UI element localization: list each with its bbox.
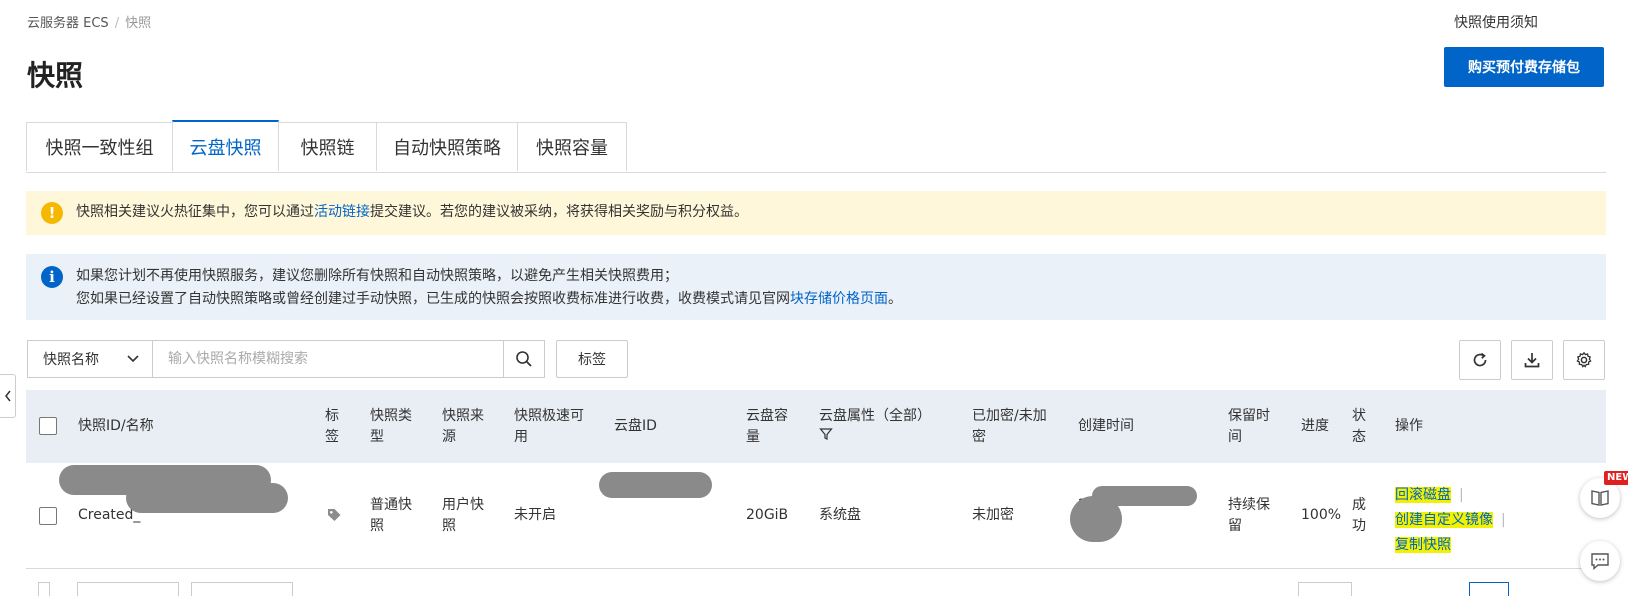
col-disk-id: 云盘ID: [614, 418, 657, 434]
table-row: Created_ 普通快照 用户快照 未开启 20GiB 系统盘 未加密 20 …: [26, 463, 1606, 569]
redacted-snapshot-name: [126, 483, 288, 513]
info-line-2-end: 。: [888, 291, 902, 307]
copy-snapshot-link[interactable]: 复制快照: [1395, 537, 1451, 553]
tab-snapshot-capacity[interactable]: 快照容量: [517, 122, 627, 171]
info-line-1: 如果您计划不再使用快照服务，建议您删除所有快照和自动快照策略，以避免产生相关快照…: [76, 268, 678, 284]
col-retention: 保留时间: [1228, 408, 1270, 445]
progress-value: 100%: [1301, 507, 1342, 523]
col-instant-available: 快照极速可用: [514, 408, 584, 445]
row-checkbox[interactable]: [39, 507, 57, 525]
sidebar-toggle[interactable]: [0, 374, 16, 418]
tab-snapshot-chain[interactable]: 快照链: [278, 122, 377, 171]
status-value: 成功: [1352, 497, 1366, 534]
chat-float-button[interactable]: [1580, 541, 1620, 581]
warning-icon: !: [41, 202, 63, 224]
col-status: 状态: [1352, 408, 1366, 445]
export-button[interactable]: [1511, 340, 1553, 380]
encrypted-value: 未加密: [972, 507, 1014, 523]
warning-text: 快照相关建议火热征集中，您可以通过活动链接提交建议。若您的建议被采纳，将获得相关…: [76, 201, 748, 224]
search-button[interactable]: [503, 340, 545, 378]
chat-icon: [1591, 553, 1609, 571]
page-title: 快照: [27, 59, 84, 92]
create-custom-image-link[interactable]: 创建自定义镜像: [1395, 512, 1493, 528]
disk-capacity-value: 20GiB: [746, 507, 789, 523]
snapshot-type: 普通快照: [370, 497, 412, 534]
col-created-time: 创建时间: [1078, 418, 1134, 434]
breadcrumb: 云服务器 ECS / 快照: [27, 12, 151, 31]
col-encrypted: 已加密/未加密: [972, 408, 1047, 445]
warning-banner: ! 快照相关建议火热征集中，您可以通过活动链接提交建议。若您的建议被采纳，将获得…: [26, 191, 1606, 235]
action-separator: |: [1459, 487, 1464, 503]
buy-storage-package-button[interactable]: 购买预付费存储包: [1444, 47, 1604, 87]
breadcrumb-separator: /: [114, 16, 120, 31]
warning-text-before: 快照相关建议火热征集中，您可以通过: [76, 204, 314, 220]
row-actions: 回滚磁盘 | 创建自定义镜像 | 复制快照: [1395, 483, 1506, 558]
tab-disk-snapshot[interactable]: 云盘快照: [172, 120, 279, 171]
col-actions: 操作: [1395, 418, 1423, 434]
settings-button[interactable]: [1563, 340, 1605, 380]
search-icon: [516, 351, 532, 367]
block-storage-price-link[interactable]: 块存储价格页面: [790, 291, 888, 307]
tag-filter-button[interactable]: 标签: [556, 340, 628, 378]
filter-icon[interactable]: [819, 427, 833, 441]
current-page-button[interactable]: [1469, 582, 1509, 596]
new-badge: NEW: [1604, 471, 1628, 485]
activity-link[interactable]: 活动链接: [314, 204, 370, 220]
info-banner: i 如果您计划不再使用快照服务，建议您删除所有快照和自动快照策略，以避免产生相关…: [26, 254, 1606, 320]
refresh-button[interactable]: [1459, 340, 1501, 380]
footer-batch-button-2[interactable]: [191, 582, 293, 596]
col-tag: 标签: [325, 408, 339, 445]
tab-auto-snapshot-policy[interactable]: 自动快照策略: [376, 122, 518, 171]
info-icon: i: [41, 266, 63, 288]
search-input[interactable]: [152, 340, 504, 378]
col-capacity: 云盘容量: [746, 408, 788, 445]
tab-consistency-group[interactable]: 快照一致性组: [26, 122, 173, 171]
info-line-2: 您如果已经设置了自动快照策略或曾经创建过手动快照，已生成的快照会按照收费标准进行…: [76, 288, 902, 311]
col-id-name: 快照ID/名称: [78, 418, 154, 434]
tab-bar: 快照一致性组 云盘快照 快照链 自动快照策略 快照容量: [26, 120, 1606, 173]
chevron-down-icon: [127, 355, 139, 363]
warning-text-after: 提交建议。若您的建议被采纳，将获得相关奖励与积分权益。: [370, 204, 748, 220]
breadcrumb-root-link[interactable]: 云服务器 ECS: [27, 16, 109, 31]
col-type: 快照类型: [370, 408, 412, 445]
chevron-left-icon: [4, 390, 11, 402]
info-line-2-text: 您如果已经设置了自动快照策略或曾经创建过手动快照，已生成的快照会按照收费标准进行…: [76, 291, 790, 307]
search-field-select-label: 快照名称: [43, 352, 99, 368]
usage-notice-link[interactable]: 快照使用须知: [1454, 12, 1538, 32]
tag-icon[interactable]: [326, 507, 342, 523]
col-progress: 进度: [1301, 418, 1329, 434]
search-field-select[interactable]: 快照名称: [27, 340, 153, 378]
instant-available-value: 未开启: [514, 507, 556, 523]
breadcrumb-current: 快照: [125, 16, 152, 31]
col-disk-attr[interactable]: 云盘属性（全部）: [819, 406, 944, 448]
redacted-disk-id: [599, 472, 712, 498]
disk-attr-value: 系统盘: [819, 507, 861, 523]
footer-checkbox[interactable]: [38, 582, 50, 596]
rollback-disk-link[interactable]: 回滚磁盘: [1395, 487, 1451, 503]
retention-value: 持续保留: [1228, 497, 1270, 534]
page-size-select[interactable]: [1298, 582, 1352, 596]
book-icon: [1591, 490, 1609, 506]
table-header: 快照ID/名称 标签 快照类型 快照来源 快照极速可用 云盘ID 云盘容量 云盘…: [26, 390, 1606, 463]
gear-icon: [1576, 351, 1592, 368]
select-all-checkbox[interactable]: [39, 417, 57, 435]
footer-batch-button[interactable]: [77, 582, 179, 596]
download-icon: [1524, 353, 1540, 368]
snapshot-source: 用户快照: [442, 497, 484, 534]
col-disk-attr-label: 云盘属性（全部）: [819, 408, 931, 424]
redacted-created-time: [1070, 496, 1122, 542]
info-text: 如果您计划不再使用快照服务，建议您删除所有快照和自动快照策略，以避免产生相关快照…: [76, 265, 902, 311]
col-source: 快照来源: [442, 408, 484, 445]
action-separator: |: [1501, 512, 1506, 528]
refresh-icon: [1473, 352, 1487, 367]
